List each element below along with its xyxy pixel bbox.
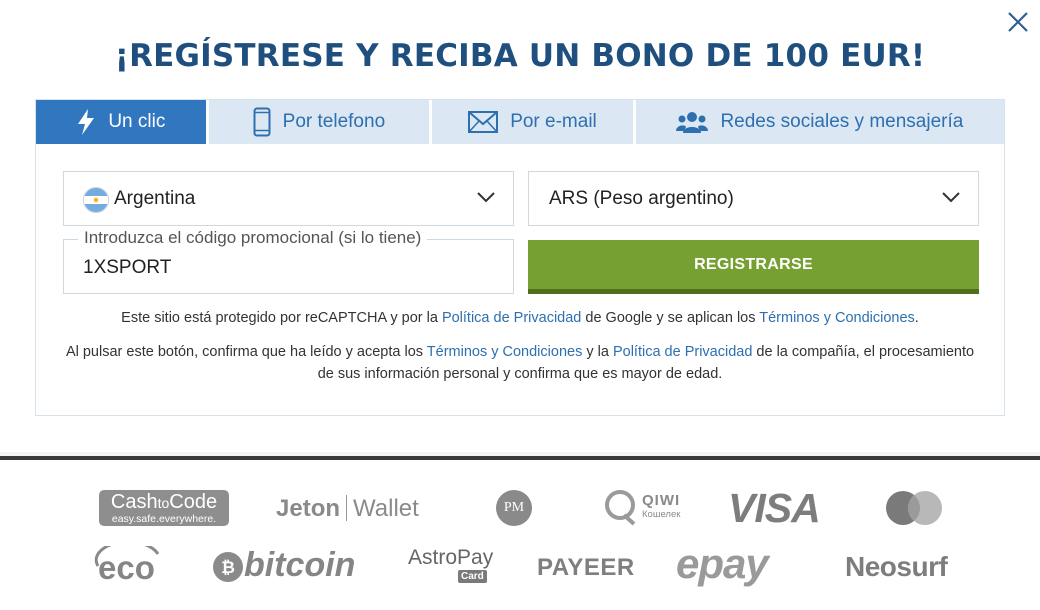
users-icon xyxy=(676,112,709,133)
promo-code-label: Introduzca el código promocional (si lo … xyxy=(78,228,428,248)
logo-text: QIWI xyxy=(642,492,681,509)
logo-text: to xyxy=(157,495,170,511)
consent-notice: Al pulsar este botón, confirma que ha le… xyxy=(36,341,1004,385)
terms-link[interactable]: Términos y Condiciones xyxy=(427,344,583,360)
eco-logo: eco xyxy=(92,546,172,586)
logo-text: Code xyxy=(169,491,218,513)
epay-logo: epay xyxy=(676,540,769,587)
bitcoin-icon: ₿ xyxy=(213,552,243,582)
payment-logos: CashtoCode easy.safe.everywhere. Jeton Wa… xyxy=(0,460,1040,610)
logo-text: bitcoin xyxy=(244,546,356,584)
qiwi-logo: QIWI Кошелек xyxy=(604,488,688,528)
payeer-logo: PAYEER xyxy=(537,554,635,581)
promo-code-field: Introduzca el código promocional (si lo … xyxy=(63,228,514,294)
tab-phone[interactable]: Por telefono xyxy=(208,100,433,144)
recaptcha-notice: Este sitio está protegido por reCAPTCHA … xyxy=(36,307,1004,329)
tab-email[interactable]: Por e-mail xyxy=(432,100,636,144)
country-value: Argentina xyxy=(114,188,196,209)
page-title: ¡REGÍSTRESE Y RECIBA UN BONO DE 100 EUR! xyxy=(114,38,926,74)
logo-tagline: easy.safe.everywhere. xyxy=(111,513,217,525)
registration-form: Un clic Por telefono Por e-mail Redes so… xyxy=(35,99,1005,416)
notice-text: . xyxy=(914,310,919,326)
qiwi-icon xyxy=(605,490,636,526)
logo-text: Wallet xyxy=(353,495,419,522)
country-select[interactable]: Argentina xyxy=(63,171,514,226)
lightning-icon xyxy=(78,109,95,135)
currency-select[interactable]: ARS (Peso argentino) xyxy=(528,171,979,226)
logo-subtext: Card xyxy=(458,570,487,583)
chevron-down-icon xyxy=(942,192,960,203)
notice-text: de Google y se aplican los xyxy=(581,310,760,326)
logo-text: Cash xyxy=(110,491,158,513)
close-icon xyxy=(1008,12,1028,32)
envelope-icon xyxy=(468,111,499,133)
tab-label: Por e-mail xyxy=(510,111,597,132)
mastercard-icon xyxy=(886,491,942,525)
mastercard-logo xyxy=(884,490,944,526)
chevron-down-icon xyxy=(477,192,495,203)
astropay-logo: AstroPay Card xyxy=(408,546,500,588)
logo-text: AstroPay xyxy=(408,546,494,569)
svg-text:₿: ₿ xyxy=(221,558,235,578)
logo-subtext: Кошелек xyxy=(642,509,681,520)
privacy-policy-link[interactable]: Política de Privacidad xyxy=(613,344,752,360)
tab-label: Por telefono xyxy=(282,111,386,132)
currency-value: ARS (Peso argentino) xyxy=(549,188,734,209)
terms-link[interactable]: Términos y Condiciones xyxy=(759,310,915,326)
privacy-policy-link[interactable]: Política de Privacidad xyxy=(442,310,581,326)
notice-text: y la xyxy=(582,344,613,360)
notice-text: Al pulsar este botón, confirma que ha le… xyxy=(65,344,427,360)
tab-bar: Un clic Por telefono Por e-mail Redes so… xyxy=(36,100,1004,144)
tab-one-click[interactable]: Un clic xyxy=(36,100,209,144)
promo-code-input[interactable] xyxy=(83,257,483,279)
logo-text: eco xyxy=(98,549,155,586)
cashtocode-logo: CashtoCode easy.safe.everywhere. xyxy=(99,490,229,526)
perfect-money-logo: PM xyxy=(496,490,532,526)
jeton-wallet-logo: Jeton Wallet xyxy=(276,495,419,523)
argentina-flag-icon xyxy=(83,187,109,213)
phone-icon xyxy=(253,107,271,137)
neosurf-logo: Neosurf xyxy=(845,551,948,582)
bitcoin-logo: ₿ bitcoin xyxy=(212,546,364,586)
notice-text: Este sitio está protegido por reCAPTCHA … xyxy=(121,310,442,326)
tab-label: Redes sociales y mensajería xyxy=(720,111,964,132)
register-button[interactable]: REGISTRARSE xyxy=(528,240,979,294)
logo-text: Jeton xyxy=(276,495,341,522)
tab-social[interactable]: Redes sociales y mensajería xyxy=(635,100,1004,144)
tab-label: Un clic xyxy=(108,111,166,132)
close-button[interactable] xyxy=(1006,10,1030,34)
visa-logo: VISA xyxy=(728,485,821,531)
